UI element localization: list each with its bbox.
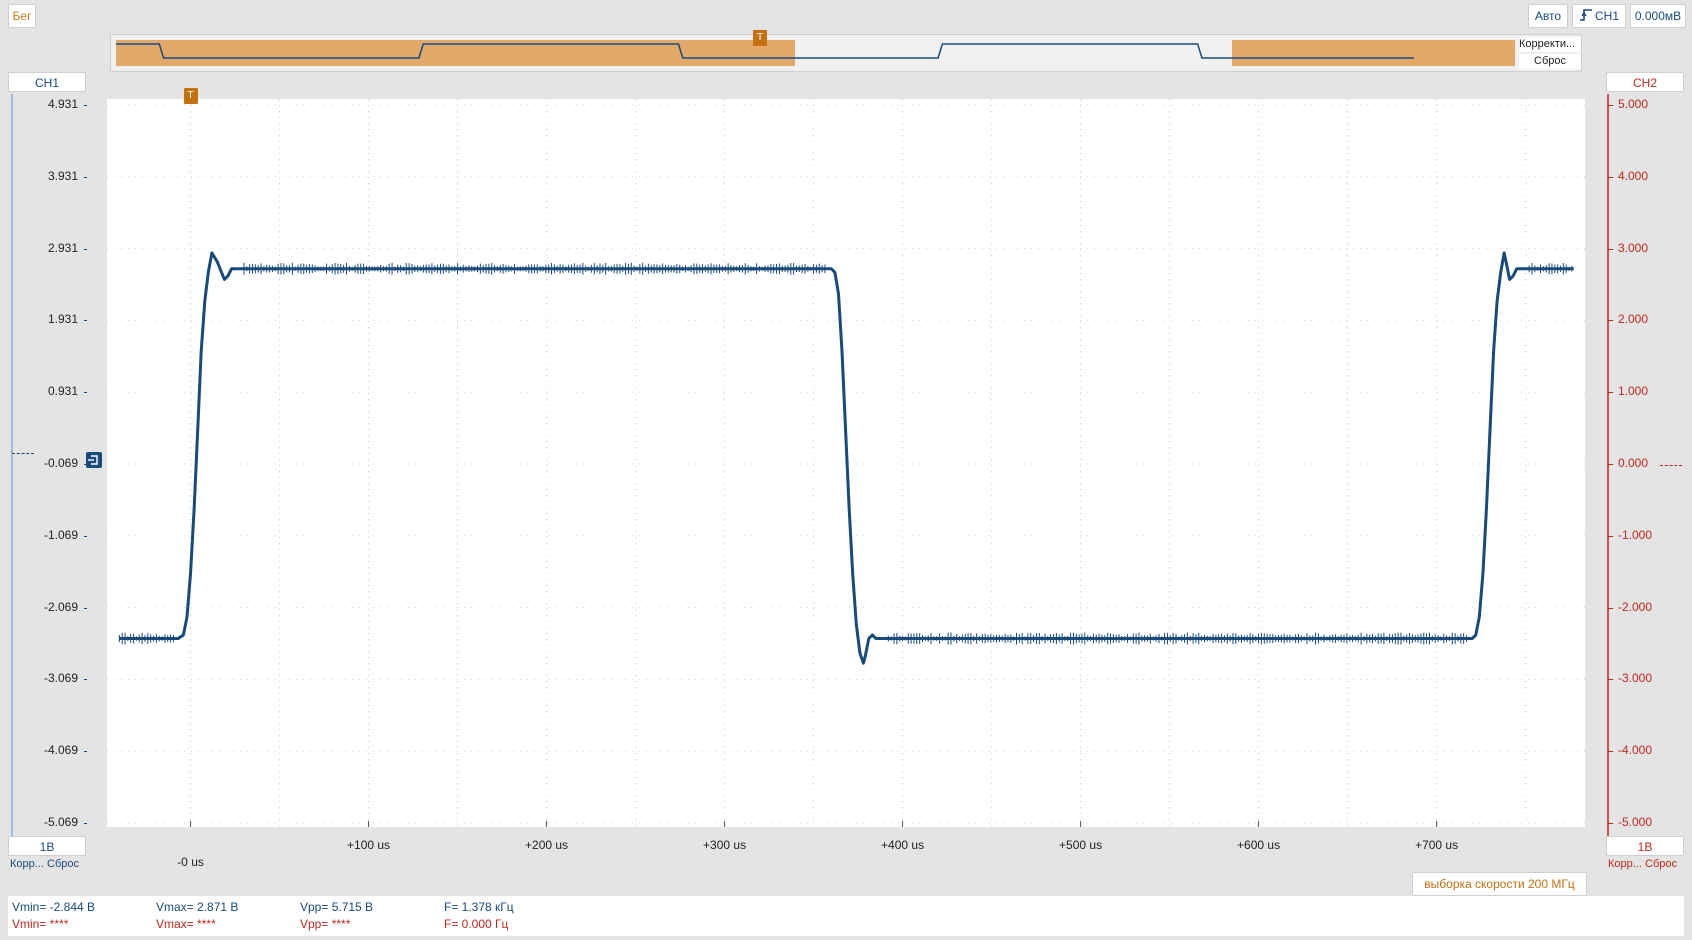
corrections-menu-item[interactable]: Корректи... (1519, 37, 1581, 52)
sample-rate-label: выборка скорости 200 МГц (1412, 872, 1587, 896)
plot-trigger-marker[interactable]: T (183, 88, 198, 104)
ch2-vmax: Vmax= **** (156, 917, 216, 931)
ch2-tick-mark (1608, 176, 1613, 178)
ch2-tick-label: 4.000 (1618, 168, 1649, 183)
time-label: +400 us (881, 838, 925, 852)
ch2-tick-label: -4.000 (1618, 743, 1653, 758)
ch1-offset-marker[interactable] (86, 452, 102, 468)
ch2-zero-line-stub (1660, 465, 1682, 466)
ch2-tick-mark (1608, 535, 1613, 537)
ch2-tick-label: -1.000 (1618, 527, 1653, 542)
ch1-tick-label: -1.069 (43, 527, 78, 542)
overview-trigger-marker[interactable]: T (753, 30, 767, 46)
ch1-vmin: Vmin= -2.844 В (12, 900, 96, 914)
ch1-tick-label: -0.069 (43, 456, 78, 470)
time-label: +700 us (1415, 838, 1459, 852)
ch1-tick-label: 3.931 (47, 168, 78, 183)
time-label: +500 us (1059, 838, 1103, 852)
ch2-tick-label: 0.000 (1618, 456, 1649, 470)
ch2-reset-link[interactable]: Сброс (1645, 858, 1677, 870)
ch1-tick-label: 2.931 (47, 240, 78, 255)
ch2-tick-label: 3.000 (1618, 240, 1649, 255)
ch1-tick-label: 0.931 (47, 384, 78, 399)
ch2-frequency: F= 0.000 Гц (444, 917, 509, 931)
time-label: +100 us (347, 838, 391, 852)
time-label: +600 us (1237, 838, 1281, 852)
ch1-tick-mark (84, 105, 87, 106)
ch2-vmin: Vmin= **** (12, 917, 69, 931)
ch1-tick-mark (84, 607, 87, 609)
ch2-tick-mark (1608, 607, 1613, 609)
ch2-scale-button[interactable]: 1В (1606, 836, 1684, 856)
measurements-panel: Vmin= -2.844 В Vmax= 2.871 В Vpp= 5.715 … (8, 896, 1684, 936)
time-axis-labels: -0 us +100 us +200 us +300 us +400 us +500 us… (107, 827, 1585, 869)
ch1-tick-mark (84, 320, 87, 322)
ch1-marker-icon (88, 455, 98, 465)
ch2-tick-labels: 5.000 4.000 3.000 2.000 1.000 0.000 -1.000 -2.0… (1606, 0, 1684, 940)
ch1-tick-mark (84, 535, 87, 537)
ch2-vpp: Vpp= **** (300, 917, 351, 931)
ch1-zero-line-stub (12, 453, 34, 454)
oscilloscope-plot[interactable] (107, 99, 1585, 827)
ch1-frequency: F= 1.378 кГц (444, 900, 514, 914)
ch1-tick-labels: 4.931 3.931 2.931 1.931 0.931 -0.069 -1.069 -2.… (8, 0, 87, 940)
ch2-tick-label: 5.000 (1618, 97, 1649, 111)
ch2-tick-mark (1608, 392, 1613, 394)
ch1-tick-label: -5.069 (43, 815, 78, 829)
ch2-tick-mark (1608, 823, 1613, 824)
time-label: -0 us (177, 855, 204, 869)
ch1-trace (119, 251, 1574, 665)
ch2-tick-label: 2.000 (1618, 312, 1649, 327)
overview-waveform (111, 35, 1581, 71)
ch1-tick-label: -4.069 (43, 743, 78, 758)
overview-highlight-right (1232, 40, 1515, 66)
ch1-scale-button[interactable]: 1В (8, 836, 86, 856)
ch2-corrections-link[interactable]: Корр... (1608, 858, 1642, 870)
ch1-tick-mark (84, 176, 87, 178)
ch1-tick-label: 1.931 (47, 312, 78, 327)
ch2-tick-label: 1.000 (1618, 384, 1649, 399)
ch2-tick-mark (1608, 679, 1613, 681)
ch2-tick-label: -3.000 (1618, 671, 1653, 686)
ch2-tick-label: -2.000 (1618, 599, 1653, 614)
ch1-reset-link[interactable]: Сброс (47, 858, 79, 870)
ch1-tick-mark (84, 751, 87, 753)
ch1-tick-label: -3.069 (43, 671, 78, 686)
ch1-tick-mark (84, 679, 87, 681)
ch1-tick-mark (84, 392, 87, 394)
ch1-tick-mark (84, 248, 87, 250)
ch2-tick-label: -5.000 (1618, 815, 1653, 829)
ch1-footer: Корр... Сброс (10, 858, 79, 870)
ch1-tick-label: 4.931 (47, 97, 78, 111)
ch2-tick-mark (1608, 320, 1613, 322)
ch2-tick-mark (1608, 105, 1613, 106)
time-label: +200 us (525, 838, 569, 852)
time-label: +300 us (703, 838, 747, 852)
ch2-footer: Корр... Сброс (1608, 858, 1677, 870)
ch2-tick-mark (1608, 248, 1613, 250)
ch1-vpp: Vpp= 5.715 В (300, 900, 374, 914)
waveform-overview[interactable]: T Корректи... Сброс (110, 30, 1582, 72)
ch2-tick-mark (1608, 751, 1613, 753)
reset-menu-item[interactable]: Сброс (1519, 54, 1581, 69)
ch1-tick-mark (84, 823, 87, 824)
plot-canvas (107, 99, 1585, 827)
rising-edge-icon (1579, 9, 1592, 21)
ch1-vmax: Vmax= 2.871 В (156, 900, 239, 914)
trigger-mode-button[interactable]: Авто (1528, 4, 1568, 28)
ch1-tick-label: -2.069 (43, 599, 78, 614)
ch2-tick-mark (1608, 464, 1613, 465)
ch1-corrections-link[interactable]: Корр... (10, 858, 44, 870)
